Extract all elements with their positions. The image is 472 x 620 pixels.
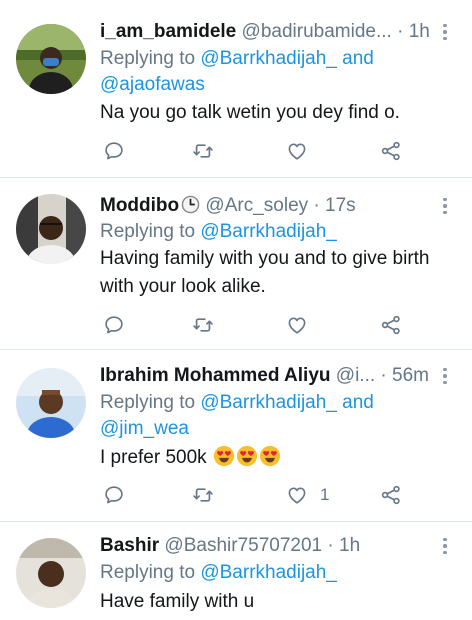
heart-eyes-emoji [259,445,281,467]
like-button[interactable] [286,138,320,164]
retweet-icon [192,484,214,506]
reply-button[interactable] [103,138,125,164]
reply-icon [103,314,125,336]
tweet-text: Having family with you and to give birth… [100,245,448,301]
heart-icon [286,140,308,162]
mention-link[interactable]: @Barrkhadijah_ [200,562,337,583]
retweet-button[interactable] [192,482,214,508]
tweet-text-line: with your look alike. [100,276,266,297]
tweet-4[interactable]: Bashir @Bashir75707201 · 1h Replying to … [0,522,472,620]
retweet-icon [192,140,214,162]
reply-button[interactable] [103,482,125,508]
tweet-3[interactable]: Ibrahim Mohammed Aliyu @i... · 56m Reply… [0,350,472,522]
reply-button[interactable] [103,312,125,338]
user-handle[interactable]: @i... [336,365,375,386]
more-vertical-icon[interactable] [440,194,450,218]
replying-to: Replying to @Barrkhadijah_ [100,560,337,586]
share-button[interactable] [380,482,402,508]
tweet-2[interactable]: Moddibo @Arc_soley · 17s Replying to @Ba… [0,178,472,350]
heart-icon [286,314,308,336]
mention-link[interactable]: @Barrkhadijah_ [200,221,337,242]
replying-to: Replying to @Barrkhadijah_ and [100,46,374,72]
more-vertical-icon[interactable] [440,364,450,388]
reply-feed: i_am_bamidele @badirubamide... · 1h Repl… [0,0,472,620]
retweet-icon [192,314,214,336]
replying-to-label: Replying to [100,48,196,69]
tweet-text: Na you go talk wetin you dey find o. [100,102,400,123]
tweet-actions [100,138,410,164]
separator-dot: · [313,195,320,216]
separator-dot: · [397,21,404,42]
heart-icon [286,484,308,506]
replying-to-continued: @jim_wea [100,416,189,442]
tweet-text-content: I prefer 500k [100,447,207,468]
display-name[interactable]: Bashir [100,535,159,556]
share-button[interactable] [380,312,402,338]
share-icon [380,314,402,336]
retweet-button[interactable] [192,312,214,338]
replying-to-label: Replying to [100,221,196,242]
separator-dot: · [380,365,387,386]
share-icon [380,140,402,162]
more-vertical-icon[interactable] [440,534,450,558]
share-button[interactable] [380,138,402,164]
tweet-actions [100,312,410,338]
mention-link[interactable]: @ajaofawas [100,74,205,95]
user-handle[interactable]: @badirubamide... [242,21,392,42]
tweet-text: Have family with u [100,591,255,612]
replying-to-label: Replying to [100,392,196,413]
avatar[interactable] [16,538,86,608]
tweet-text: I prefer 500k [100,444,448,472]
share-icon [380,484,402,506]
heart-eyes-emoji [213,445,235,467]
mention-link[interactable]: @Barrkhadijah_ and [200,392,374,413]
tweet-text-line: Having family with you and to give birth [100,248,430,269]
timestamp[interactable]: 1h [339,535,360,556]
replying-to-label: Replying to [100,562,196,583]
mention-link[interactable]: @jim_wea [100,418,189,439]
reply-icon [103,484,125,506]
retweet-button[interactable] [192,138,214,164]
like-button[interactable]: 1 [286,482,329,508]
avatar[interactable] [16,24,86,94]
tweet-actions: 1 [100,482,410,508]
replying-to: Replying to @Barrkhadijah_ and [100,390,374,416]
heart-eyes-emoji [236,445,258,467]
user-handle[interactable]: @Bashir75707201 [164,535,322,556]
like-count: 1 [320,485,330,504]
timestamp[interactable]: 56m [392,365,429,386]
timestamp[interactable]: 17s [325,195,356,216]
separator-dot: · [327,535,334,556]
mention-link[interactable]: @Barrkhadijah_ and [200,48,374,69]
avatar[interactable] [16,368,86,438]
more-vertical-icon[interactable] [440,20,450,44]
reply-icon [103,140,125,162]
replying-to: Replying to @Barrkhadijah_ [100,219,337,245]
tweet-1[interactable]: i_am_bamidele @badirubamide... · 1h Repl… [0,0,472,178]
timestamp[interactable]: 1h [409,21,430,42]
display-name[interactable]: i_am_bamidele [100,21,236,42]
clock-icon [181,195,200,214]
user-handle[interactable]: @Arc_soley [205,195,308,216]
like-button[interactable] [286,312,320,338]
display-name[interactable]: Ibrahim Mohammed Aliyu [100,365,331,386]
replying-to-continued: @ajaofawas [100,72,205,98]
display-name[interactable]: Moddibo [100,195,179,216]
avatar[interactable] [16,194,86,264]
